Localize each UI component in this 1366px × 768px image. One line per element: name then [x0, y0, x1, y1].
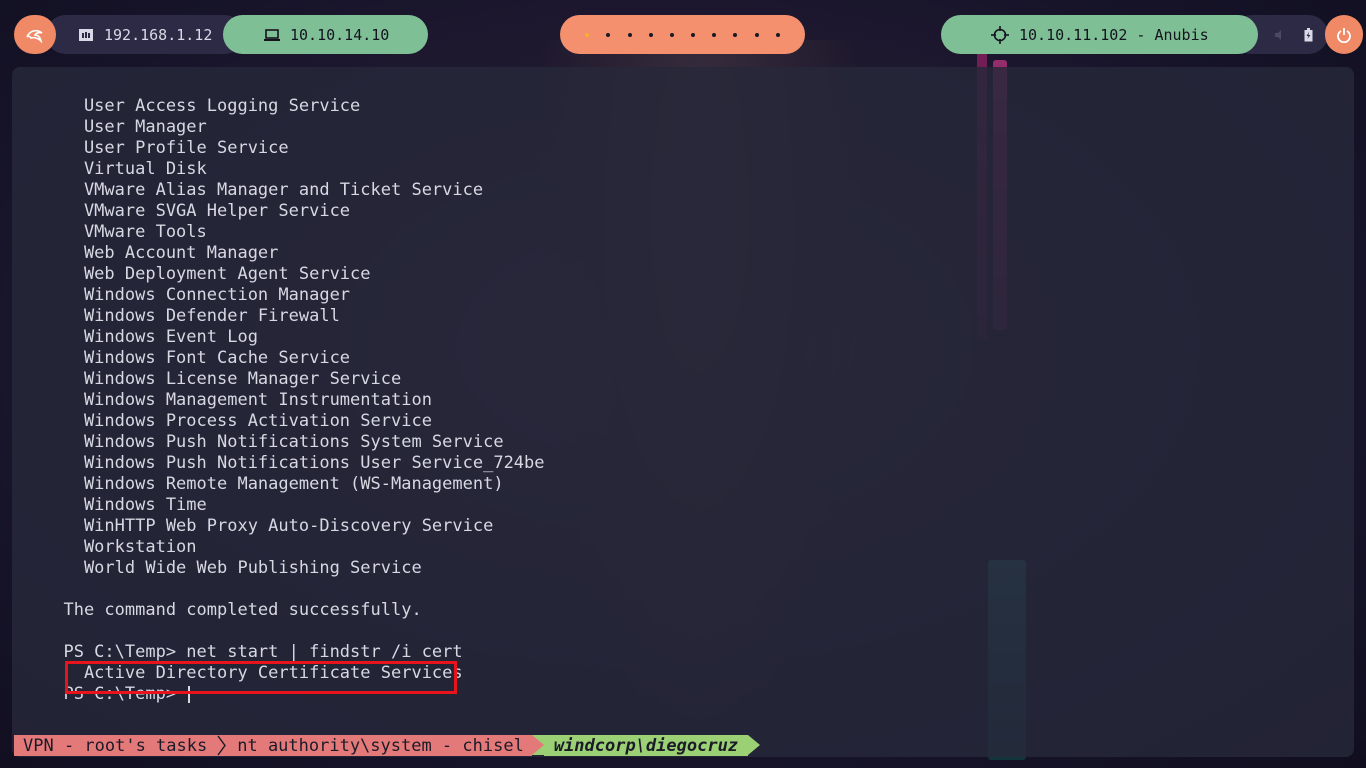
tmux-window-nt-label: nt authority\system - chisel	[237, 735, 524, 756]
terminal-line: PS C:\Temp> net start | findstr /i cert	[43, 642, 463, 662]
local-ip-text: 192.168.1.12	[104, 25, 213, 44]
workspace-dot-4[interactable]	[648, 32, 653, 37]
terminal-line: WinHTTP Web Proxy Auto-Discovery Service	[43, 516, 494, 536]
tmux-separator-icon	[215, 735, 230, 756]
terminal-line: Windows Font Cache Service	[43, 348, 351, 368]
target-widget[interactable]: 10.10.11.102 - Anubis	[941, 15, 1258, 54]
terminal-line: User Access Logging Service	[43, 96, 361, 116]
network-icon	[79, 28, 93, 41]
laptop-icon	[264, 28, 280, 41]
volume-muted-icon[interactable]	[1274, 29, 1286, 41]
terminal-line: Virtual Disk	[43, 159, 207, 179]
tmux-powerline-end-icon	[748, 735, 761, 755]
terminal-line: User Manager	[43, 117, 207, 137]
tmux-window-vpn[interactable]: VPN - root's tasks	[14, 735, 216, 756]
terminal-line: Web Account Manager	[43, 243, 279, 263]
kali-dragon-icon	[26, 29, 43, 43]
tmux-window-active-label: windcorp\diegocruz	[553, 735, 739, 756]
highlight-box	[65, 661, 457, 694]
terminal-line: Windows License Manager Service	[43, 369, 402, 389]
terminal-line: Windows Management Instrumentation	[43, 390, 432, 410]
workspace-dot-10[interactable]	[775, 32, 780, 37]
terminal-line: Windows Process Activation Service	[43, 411, 432, 431]
terminal-line: Windows Push Notifications User Service_…	[43, 453, 545, 473]
terminal-line: Windows Time	[43, 495, 207, 515]
workspace-dot-5[interactable]	[669, 32, 674, 37]
terminal-line: VMware Alias Manager and Ticket Service	[43, 180, 484, 200]
tmux-window-nt[interactable]: nt authority\system - chisel	[229, 735, 532, 756]
tmux-window-active[interactable]: windcorp\diegocruz	[543, 735, 749, 756]
local-ip-widget[interactable]: 192.168.1.12	[46, 15, 244, 54]
vpn-ip-widget[interactable]: 10.10.14.10	[223, 15, 428, 54]
terminal-line: Web Deployment Agent Service	[43, 264, 371, 284]
workspace-dot-7[interactable]	[712, 32, 717, 37]
terminal-line: VMware Tools	[43, 222, 207, 242]
target-text: 10.10.11.102 - Anubis	[1019, 25, 1209, 44]
power-button[interactable]	[1325, 15, 1363, 54]
kali-menu-button[interactable]	[14, 15, 56, 54]
workspace-dot-9[interactable]	[754, 32, 759, 37]
tmux-window-vpn-label: VPN - root's tasks	[23, 735, 208, 756]
tmux-powerline-arrow-icon	[531, 735, 544, 755]
terminal-line: User Profile Service	[43, 138, 289, 158]
terminal-line: Windows Event Log	[43, 327, 258, 347]
workspace-dot-6[interactable]	[691, 32, 696, 37]
terminal-line: Windows Connection Manager	[43, 285, 351, 305]
workspace-switcher[interactable]	[560, 15, 805, 54]
terminal-line: Windows Push Notifications System Servic…	[43, 432, 504, 452]
top-bar: 192.168.1.12 10.10.14.10 10.10.11.102 - …	[0, 15, 1366, 54]
terminal-line: Windows Defender Firewall	[43, 306, 340, 326]
battery-icon[interactable]	[1304, 27, 1313, 42]
crosshair-icon	[991, 25, 1009, 44]
vpn-ip-text: 10.10.14.10	[290, 25, 390, 44]
workspace-dot-1[interactable]	[585, 32, 590, 37]
tmux-status-bar: VPN - root's tasks nt authority\system -…	[14, 735, 761, 756]
workspace-dot-8[interactable]	[733, 32, 738, 37]
workspace-dot-3[interactable]	[627, 32, 632, 37]
terminal-line: World Wide Web Publishing Service	[43, 558, 422, 578]
terminal-output: User Access Logging Service User Manager…	[43, 96, 545, 705]
power-icon	[1337, 27, 1351, 43]
terminal-line: The command completed successfully.	[43, 600, 422, 620]
workspace-dot-2[interactable]	[606, 32, 611, 37]
terminal-line: VMware SVGA Helper Service	[43, 201, 351, 221]
terminal-window[interactable]: User Access Logging Service User Manager…	[12, 67, 1354, 757]
terminal-line: Windows Remote Management (WS-Management…	[43, 474, 504, 494]
terminal-line: Workstation	[43, 537, 197, 557]
